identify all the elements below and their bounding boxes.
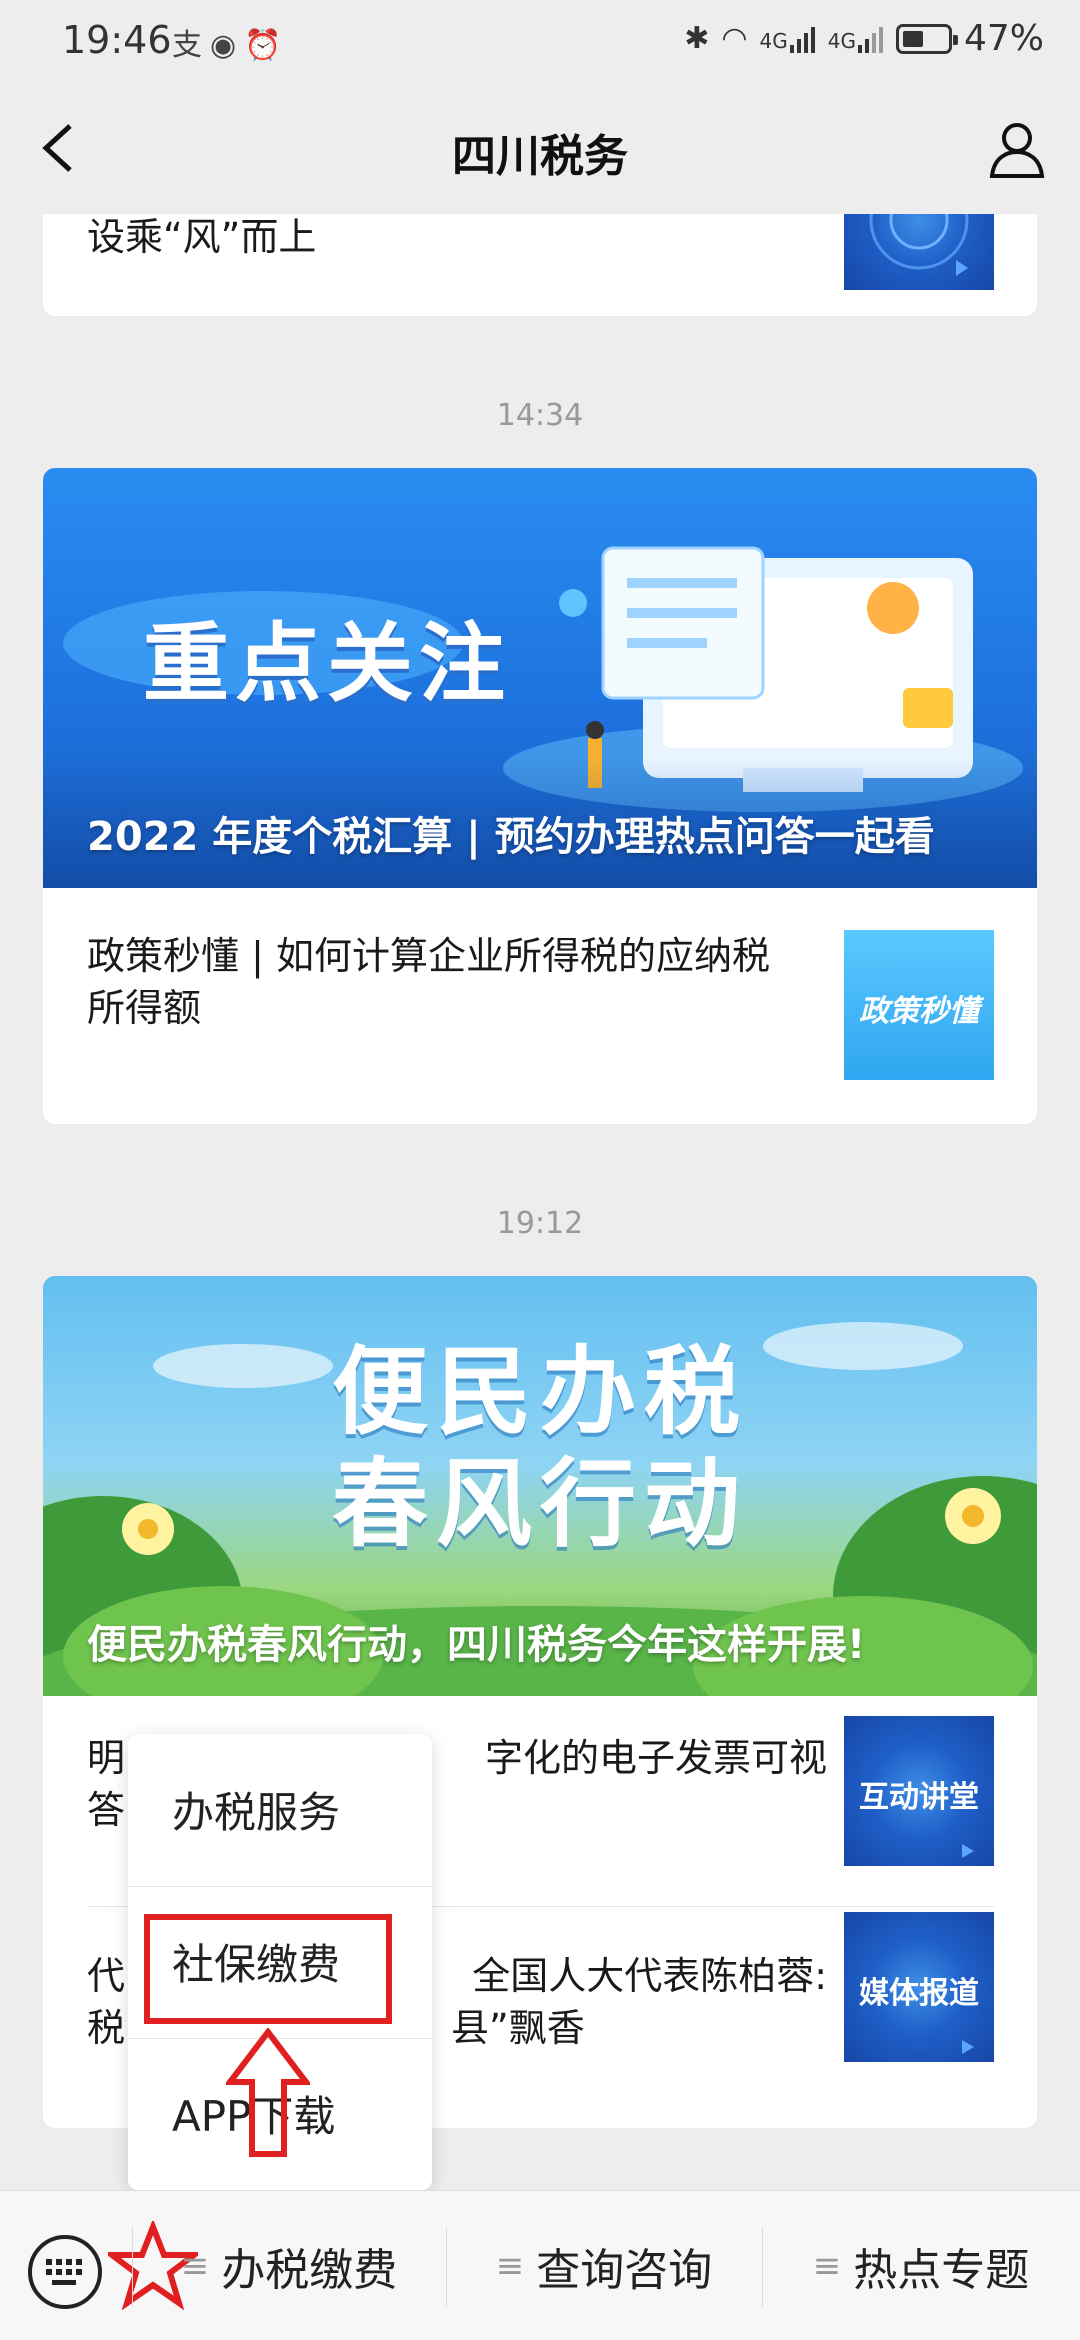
menu-lines-icon: ≡	[180, 2246, 210, 2286]
title-fragment: 税	[87, 2006, 126, 2050]
menu-item-tax-service[interactable]: 办税服务	[128, 1734, 432, 1884]
network-label-1: 4G	[759, 28, 788, 53]
article-title: 设乘“风”而上	[87, 215, 317, 259]
bottom-menu-label: 查询咨询	[536, 2245, 713, 2296]
bottom-menu-label: 热点专题	[853, 2245, 1030, 2296]
banner-caption: 2022 年度个税汇算 | 预约办理热点问答一起看	[87, 814, 935, 860]
bottom-menu-label: 办税缴费	[221, 2245, 398, 2296]
bottom-menu-tax-payment[interactable]: ≡ 办税缴费	[132, 2191, 446, 2340]
list-item-title-line: 政策秒懂 | 如何计算企业所得税的应纳税	[87, 934, 770, 978]
menu-lines-icon: ≡	[495, 2246, 525, 2286]
nav-bar: 四川税务	[0, 84, 1080, 214]
arrow-up-icon	[226, 2028, 310, 2157]
bottom-menu-bar: ≡ 办税缴费 ≡ 查询咨询 ≡ 热点专题	[0, 2190, 1080, 2340]
list-item[interactable]: 政策秒懂 | 如何计算企业所得税的应纳税 所得额 政策秒懂	[43, 888, 1037, 1124]
article-thumbnail	[844, 214, 994, 290]
signal-4g-icon: 4G	[760, 25, 816, 53]
status-right: ✱ ◠ 4G 4G 47%	[684, 18, 1044, 59]
title-fragment: 县”飘香	[451, 2006, 585, 2050]
banner-headline: 重点关注	[143, 614, 511, 714]
banner-headline-line: 便民办税	[332, 1336, 748, 1448]
list-item-title-line: 所得额	[87, 986, 202, 1030]
banner-article[interactable]: 重点关注 2022 年度个税汇算 | 预约办理热点问答一起看	[43, 468, 1037, 888]
battery-percent: 47%	[963, 18, 1044, 59]
title-fragment: 字化的电子发票可视	[484, 1736, 827, 1780]
status-time: 19:46	[62, 18, 172, 62]
banner-caption: 便民办税春风行动，四川税务今年这样开展!	[87, 1622, 866, 1668]
alipay-icon: 支	[172, 28, 210, 63]
article-card-partial[interactable]: 设乘“风”而上	[43, 214, 1037, 316]
keyboard-icon[interactable]	[28, 2235, 102, 2309]
bluetooth-icon: ✱	[684, 21, 710, 56]
battery-icon	[895, 23, 958, 54]
bottom-menu-query[interactable]: ≡ 查询咨询	[446, 2191, 762, 2340]
wifi-icon: ◠	[721, 21, 748, 56]
battery-fill	[902, 30, 923, 47]
message-timestamp: 14:34	[496, 398, 584, 433]
highlight-annotation	[144, 1914, 392, 2024]
message-timestamp: 19:12	[496, 1206, 584, 1241]
list-item-thumbnail: 媒体报道	[844, 1912, 994, 2062]
thumbnail-label: 政策秒懂	[859, 994, 979, 1029]
banner-article[interactable]: 便民办税 春风行动 便民办税春风行动，四川税务今年这样开展!	[43, 1276, 1037, 1696]
banner-headline: 便民办税 春风行动	[43, 1336, 1037, 1560]
status-bar: 19:46 支◉⏰ ✱ ◠ 4G 4G 47%	[0, 0, 1080, 84]
article-card-group: 重点关注 2022 年度个税汇算 | 预约办理热点问答一起看 政策秒懂 | 如何…	[43, 468, 1037, 1124]
user-icon[interactable]	[984, 116, 1050, 182]
title-fragment: 代	[87, 1954, 126, 1998]
list-item-title: 政策秒懂 | 如何计算企业所得税的应纳税 所得额	[87, 930, 827, 1034]
eye-icon: ◉	[210, 28, 245, 63]
title-fragment: 全国人大代表陈柏蓉:	[472, 1954, 827, 1998]
list-item-thumbnail: 政策秒懂	[844, 930, 994, 1080]
banner-headline-line: 春风行动	[332, 1448, 748, 1560]
bottom-menu-hot-topics[interactable]: ≡ 热点专题	[762, 2191, 1080, 2340]
page-title: 四川税务	[452, 131, 628, 182]
network-label-2: 4G	[827, 28, 856, 53]
menu-lines-icon: ≡	[812, 2246, 842, 2286]
signal-4g-icon: 4G	[828, 25, 884, 53]
alarm-icon: ⏰	[244, 28, 290, 63]
list-item-thumbnail: 互动讲堂	[844, 1716, 994, 1866]
title-fragment: 明	[87, 1736, 126, 1780]
status-left-icons: 支◉⏰	[172, 20, 290, 64]
